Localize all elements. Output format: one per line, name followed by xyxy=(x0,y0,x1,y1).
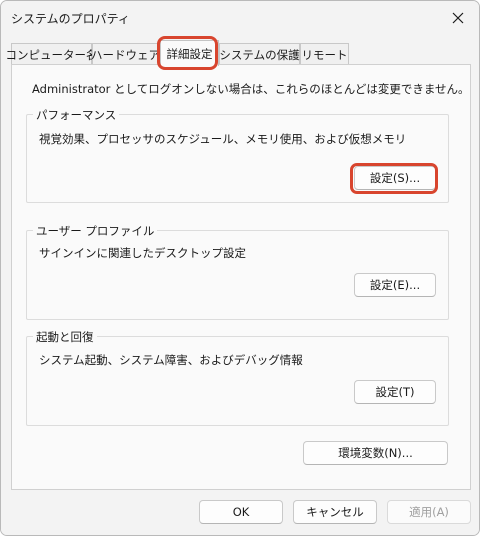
button-label: 設定(T) xyxy=(375,385,415,399)
performance-description: 視覚効果、プロセッサのスケジュール、メモリ使用、および仮想メモリ xyxy=(39,132,407,146)
cancel-button[interactable]: キャンセル xyxy=(293,500,377,524)
window-title: システムのプロパティ xyxy=(11,12,130,26)
user-profiles-group-label: ユーザー プロファイル xyxy=(33,223,158,239)
button-highlight-marker xyxy=(350,163,438,194)
startup-recovery-description: システム起動、システム障害、およびデバッグ情報 xyxy=(39,353,303,367)
tab-system-protection[interactable]: システムの保護 xyxy=(219,43,300,65)
tab-remote[interactable]: リモート xyxy=(300,43,349,65)
system-properties-window: システムのプロパティ コンピューター名 ハードウェア 詳細設定 システムの保護 … xyxy=(0,0,480,536)
performance-group-label: パフォーマンス xyxy=(33,107,120,123)
admin-notice: Administrator としてログオンしない場合は、これらのほとんどは変更で… xyxy=(32,82,470,96)
ok-button[interactable]: OK xyxy=(199,500,283,524)
close-icon xyxy=(452,12,464,24)
tab-label: システムの保護 xyxy=(219,47,300,62)
tab-hardware[interactable]: ハードウェア xyxy=(91,43,160,65)
button-label: キャンセル xyxy=(306,505,364,519)
apply-button[interactable]: 適用(A) xyxy=(387,500,471,524)
tab-label: ハードウェア xyxy=(91,47,160,62)
tab-strip: コンピューター名 ハードウェア 詳細設定 システムの保護 リモート xyxy=(6,40,471,66)
environment-variables-button[interactable]: 環境変数(N)... xyxy=(303,441,448,465)
button-label: 適用(A) xyxy=(409,505,449,519)
tab-computer-name[interactable]: コンピューター名 xyxy=(6,43,98,65)
close-button[interactable] xyxy=(441,3,475,33)
user-profiles-settings-button[interactable]: 設定(E)... xyxy=(354,273,436,297)
startup-recovery-group-label: 起動と回復 xyxy=(33,329,97,345)
tab-label: リモート xyxy=(301,47,348,62)
title-bar: システムのプロパティ xyxy=(1,1,479,35)
button-label: 環境変数(N)... xyxy=(338,446,413,460)
tab-highlight-marker xyxy=(157,36,218,70)
button-label: OK xyxy=(232,505,250,519)
button-label: 設定(E)... xyxy=(369,278,421,292)
user-profiles-description: サインインに関連したデスクトップ設定 xyxy=(39,246,246,260)
tab-label: コンピューター名 xyxy=(5,47,98,62)
startup-recovery-settings-button[interactable]: 設定(T) xyxy=(354,380,436,404)
